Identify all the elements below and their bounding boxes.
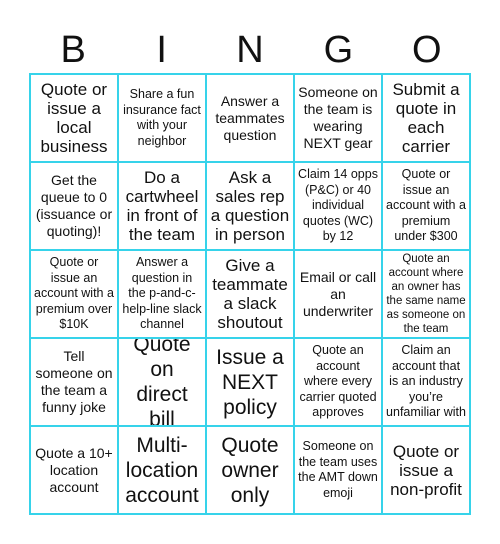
cell-text: Claim 14 opps (P&C) or 40 individual quo… (298, 167, 378, 244)
bingo-cell[interactable]: Multi-location account (119, 427, 207, 515)
bingo-cell[interactable]: Get the queue to 0 (issuance or quoting)… (31, 163, 119, 251)
cell-text: Someone on the team uses the AMT down em… (298, 439, 378, 500)
cell-text: Someone on the team is wearing NEXT gear (298, 84, 378, 151)
bingo-cell[interactable]: Quote on direct bill (119, 339, 207, 427)
header-letter-g: G (323, 29, 354, 71)
cell-text: Ask a sales rep a question in person (210, 168, 290, 244)
bingo-cell[interactable]: Claim 14 opps (P&C) or 40 individual quo… (295, 163, 383, 251)
cell-text: Issue a NEXT policy (216, 345, 284, 419)
cell-text: Email or call an underwriter (299, 268, 377, 319)
cell-text: Give a teammate a slack shoutout (212, 256, 288, 332)
bingo-cell[interactable]: Quote or issue a non-profit (383, 427, 471, 515)
header-letter-n: N (236, 29, 264, 71)
bingo-board: Quote or issue a local business Share a … (29, 73, 471, 515)
bingo-cell[interactable]: Issue a NEXT policy (207, 339, 295, 427)
bingo-header: B I N G O (29, 28, 471, 73)
bingo-cell[interactable]: Quote a 10+ location account (31, 427, 119, 515)
bingo-cell[interactable]: Share a fun insurance fact with your nei… (119, 75, 207, 163)
cell-text: Multi-location account (125, 433, 199, 507)
cell-text: Quote or issue an account with a premium… (34, 255, 114, 332)
bingo-cell[interactable]: Quote or issue a local business (31, 75, 119, 163)
cell-text: Quote an account where every carrier quo… (299, 343, 377, 420)
cell-text: Quote on direct bill (133, 339, 191, 427)
cell-text: Quote an account where an owner has the … (386, 253, 466, 335)
cell-text: Claim an account that is an industry you… (386, 343, 466, 420)
cell-text: Quote or issue a non-profit (390, 441, 462, 499)
cell-text: Quote or issue a local business (40, 80, 108, 156)
bingo-cell[interactable]: Do a cartwheel in front of the team (119, 163, 207, 251)
bingo-cell[interactable]: Quote an account where an owner has the … (383, 251, 471, 339)
cell-text: Quote owner only (221, 433, 279, 507)
cell-text: Tell someone on the team a funny joke (35, 348, 113, 415)
header-letter-i: I (156, 29, 167, 71)
cell-text: Get the queue to 0 (issuance or quoting)… (35, 172, 113, 239)
bingo-cell[interactable]: Quote owner only (207, 427, 295, 515)
bingo-cell[interactable]: Give a teammate a slack shoutout (207, 251, 295, 339)
bingo-cell[interactable]: Submit a quote in each carrier (383, 75, 471, 163)
cell-text: Quote a 10+ location account (35, 444, 113, 495)
cell-text: Answer a teammates question (215, 92, 285, 143)
bingo-cell[interactable]: Email or call an underwriter (295, 251, 383, 339)
cell-text: Submit a quote in each carrier (392, 80, 460, 156)
header-letter-o: O (412, 29, 442, 71)
bingo-cell[interactable]: Someone on the team uses the AMT down em… (295, 427, 383, 515)
bingo-cell[interactable]: Quote an account where every carrier quo… (295, 339, 383, 427)
bingo-cell[interactable]: Tell someone on the team a funny joke (31, 339, 119, 427)
bingo-cell[interactable]: Quote or issue an account with a premium… (31, 251, 119, 339)
bingo-cell[interactable]: Someone on the team is wearing NEXT gear (295, 75, 383, 163)
cell-text: Share a fun insurance fact with your nei… (123, 87, 201, 148)
cell-text: Answer a question in the p-and-c-help-li… (122, 255, 202, 332)
cell-text: Quote or issue an account with a premium… (386, 167, 466, 244)
bingo-cell[interactable]: Answer a question in the p-and-c-help-li… (119, 251, 207, 339)
bingo-cell[interactable]: Claim an account that is an industry you… (383, 339, 471, 427)
bingo-cell[interactable]: Answer a teammates question (207, 75, 295, 163)
cell-text: Do a cartwheel in front of the team (125, 168, 199, 244)
bingo-cell[interactable]: Ask a sales rep a question in person (207, 163, 295, 251)
bingo-cell[interactable]: Quote or issue an account with a premium… (383, 163, 471, 251)
header-letter-b: B (60, 29, 86, 71)
